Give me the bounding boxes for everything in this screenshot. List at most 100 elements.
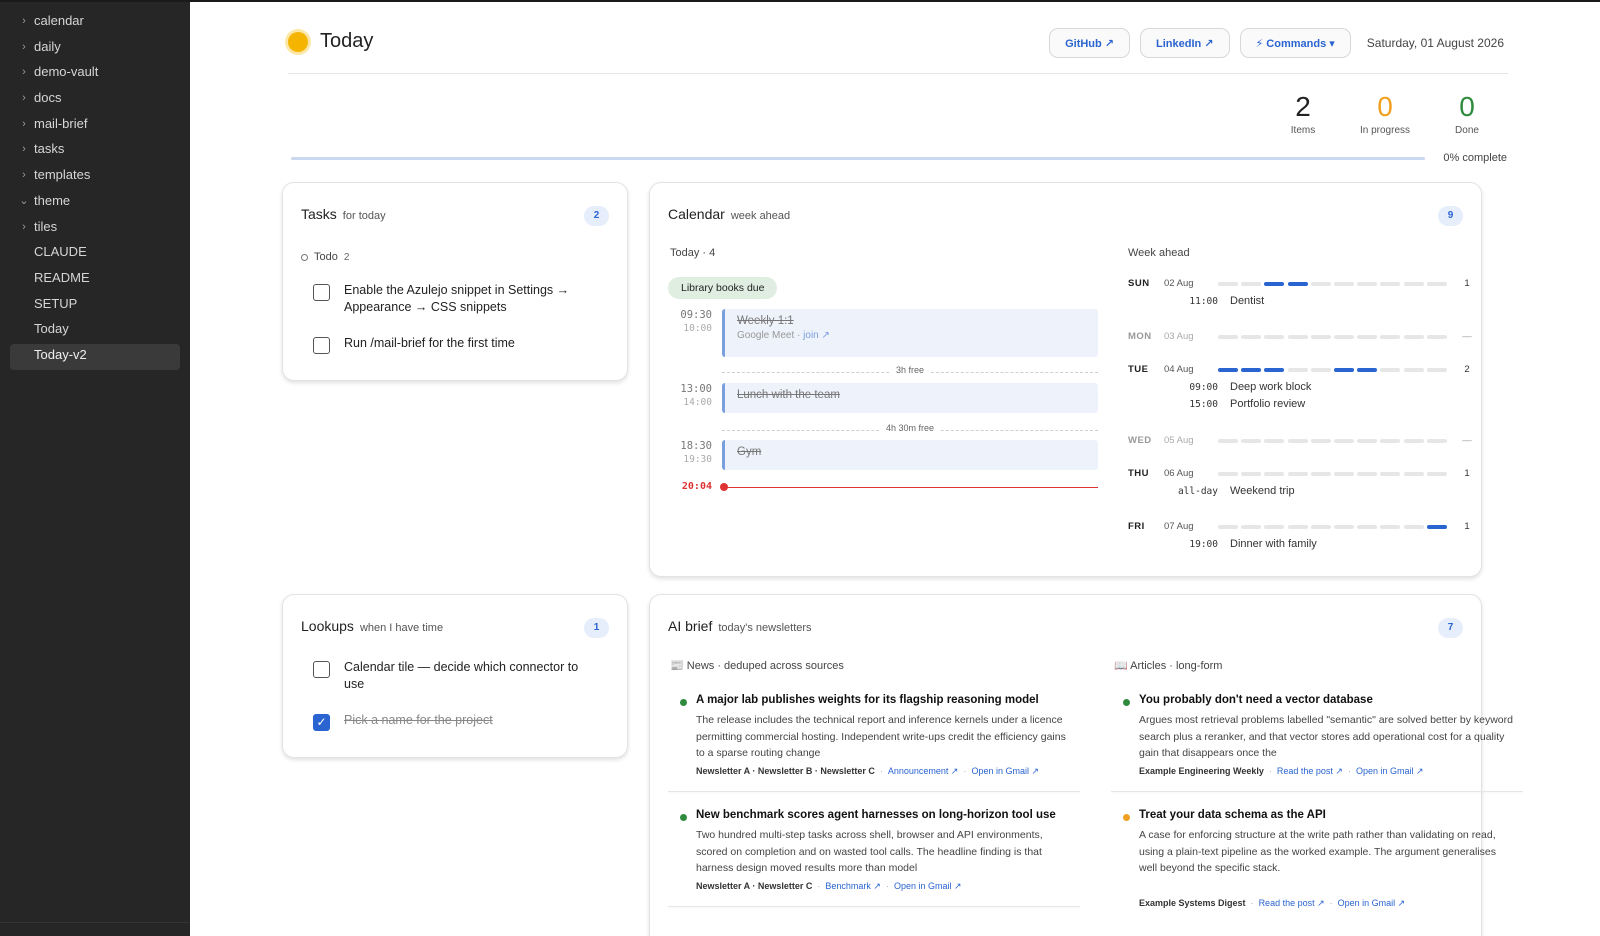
stat-in-progress-number: 0 — [1377, 91, 1393, 122]
calendar-event[interactable]: 09:30 10:00 Weekly 1:1 Google Meet · join… — [670, 309, 1098, 357]
weekday-date: 04 Aug — [1164, 364, 1194, 375]
separator: · — [1268, 766, 1272, 776]
file-today-v2[interactable]: Today-v2 — [10, 343, 180, 370]
event-meta: Google Meet · join ↗ — [737, 330, 1086, 341]
open-in-gmail-link[interactable]: Open in Gmail ↗ — [1338, 898, 1406, 908]
folder-docs[interactable]: › docs — [10, 87, 180, 113]
open-in-gmail-link[interactable]: Open in Gmail ↗ — [894, 881, 962, 891]
week-event-time: 19:00 — [1189, 539, 1218, 550]
week-event[interactable]: all-day Weekend trip — [1172, 485, 1295, 499]
chevron-right-icon: › — [22, 92, 26, 105]
week-event[interactable]: 09:00 Deep work block — [1172, 381, 1311, 395]
busy-slot — [1380, 282, 1401, 286]
open-in-gmail-link[interactable]: Open in Gmail ↗ — [971, 766, 1039, 776]
busy-slot — [1357, 439, 1378, 443]
busy-slot — [1380, 472, 1401, 476]
calendar-event[interactable]: 13:00 14:00 Lunch with the team — [670, 383, 1098, 413]
busy-slot — [1264, 335, 1285, 339]
folder-daily[interactable]: › daily — [10, 36, 180, 62]
news-item[interactable]: New benchmark scores agent harnesses on … — [668, 805, 1080, 909]
task-item: Run /mail-brief for the first time — [313, 335, 597, 354]
event-name: Lunch with the team — [737, 389, 840, 401]
busy-slot — [1334, 525, 1354, 529]
busy-slot — [1403, 368, 1424, 372]
day-event-count: 1 — [1464, 468, 1470, 479]
lookups-card-title: Lookups — [301, 618, 354, 634]
article-source: Example Engineering Weekly — [1139, 766, 1264, 776]
event-start: 18:30 — [680, 440, 712, 452]
lookups-card-subtitle: when I have time — [359, 622, 444, 634]
status-dot — [1123, 814, 1130, 821]
calendar-card: Calendar week ahead 9 Today · 4 Library b… — [649, 182, 1482, 577]
event-block: Gym — [722, 440, 1098, 470]
busy-slot — [1357, 368, 1378, 372]
file-tree: › calendar › daily › demo-vault › docs › mail… — [10, 10, 180, 370]
header-actions: GitHub ↗ LinkedIn ↗ ⚡ Commands ▾ Saturda… — [1049, 28, 1508, 58]
checked-checkbox-icon[interactable]: ✓ — [313, 714, 330, 731]
file-today[interactable]: Today — [10, 318, 180, 344]
file-claude[interactable]: CLAUDE — [10, 241, 180, 267]
stat-done-number: 0 — [1459, 91, 1475, 122]
busy-slot — [1264, 368, 1285, 372]
all-day-event-chip[interactable]: Library books due — [668, 277, 778, 299]
busy-slot — [1241, 472, 1262, 476]
read-post-link[interactable]: Read the post ↗ — [1259, 898, 1325, 908]
folder-tasks[interactable]: › tasks — [10, 138, 180, 164]
week-event[interactable]: 15:00 Portfolio review — [1172, 398, 1305, 412]
busy-slot — [1218, 472, 1238, 476]
calendar-event[interactable]: 18:30 19:30 Gym — [670, 440, 1098, 470]
folder-mail-brief[interactable]: › mail-brief — [10, 113, 180, 139]
busy-slot — [1241, 335, 1262, 339]
open-in-gmail-link[interactable]: Open in Gmail ↗ — [1356, 766, 1424, 776]
article-item[interactable]: Treat your data schema as the API A case… — [1111, 805, 1523, 925]
current-date: Saturday, 01 August 2026 — [1366, 36, 1504, 50]
article-item[interactable]: You probably don't need a vector databas… — [1111, 690, 1523, 794]
busy-slot — [1287, 439, 1308, 443]
chevron-right-icon: › — [22, 117, 26, 130]
weekday-name: MON — [1128, 331, 1152, 342]
tasks-card-subtitle: for today — [342, 210, 386, 222]
page-header: Today GitHub ↗ LinkedIn ↗ ⚡ Commands ▾ S… — [288, 24, 1508, 74]
separator: · — [885, 881, 889, 891]
busy-slot — [1426, 335, 1447, 339]
day-busy-slots — [1218, 335, 1450, 339]
week-event-time: 11:00 — [1189, 296, 1218, 307]
week-event[interactable]: 19:00 Dinner with family — [1172, 538, 1316, 552]
task-text: Run /mail-brief for the first time — [344, 336, 515, 350]
read-post-link[interactable]: Read the post ↗ — [1277, 766, 1343, 776]
folder-demo-vault[interactable]: › demo-vault — [10, 61, 180, 87]
busy-slot — [1287, 282, 1308, 286]
file-setup[interactable]: SETUP — [10, 293, 180, 319]
status-dot — [680, 699, 687, 706]
weekday-name: SUN — [1128, 278, 1150, 289]
stat-done: 0 Done — [1426, 91, 1508, 137]
task-checkbox[interactable] — [313, 284, 330, 301]
task-checkbox[interactable] — [313, 661, 330, 678]
busy-slot — [1264, 439, 1285, 443]
task-checkbox[interactable] — [313, 337, 330, 354]
file-readme[interactable]: README — [10, 267, 180, 293]
linkedin-link[interactable]: LinkedIn ↗ — [1140, 28, 1230, 58]
news-summary: Two hundred multi-step tasks across shel… — [696, 829, 1043, 874]
benchmark-link[interactable]: Benchmark ↗ — [825, 881, 881, 891]
news-title: A major lab publishes weights for its fl… — [696, 694, 1039, 706]
commands-dropdown[interactable]: ⚡ Commands ▾ — [1239, 28, 1351, 58]
folder-tiles[interactable]: › tiles — [10, 216, 180, 242]
busy-slot — [1218, 335, 1238, 339]
separator: · — [1329, 898, 1333, 908]
busy-slot — [1310, 525, 1331, 529]
busy-slot — [1310, 439, 1331, 443]
page-title: Today — [320, 30, 374, 52]
announcement-link[interactable]: Announcement ↗ — [888, 766, 959, 776]
news-item[interactable]: A major lab publishes weights for its fl… — [668, 690, 1080, 794]
folder-calendar[interactable]: › calendar — [10, 10, 180, 36]
separator: · — [879, 766, 883, 776]
busy-slot — [1380, 439, 1401, 443]
week-event-name: Portfolio review — [1230, 398, 1306, 410]
join-meeting-link[interactable]: join ↗ — [803, 330, 830, 341]
github-link[interactable]: GitHub ↗ — [1049, 28, 1131, 58]
folder-templates[interactable]: › templates — [10, 164, 180, 190]
week-event[interactable]: 11:00 Dentist — [1172, 295, 1264, 309]
folder-theme[interactable]: ⌄ theme — [10, 190, 180, 216]
busy-slot — [1310, 335, 1331, 339]
